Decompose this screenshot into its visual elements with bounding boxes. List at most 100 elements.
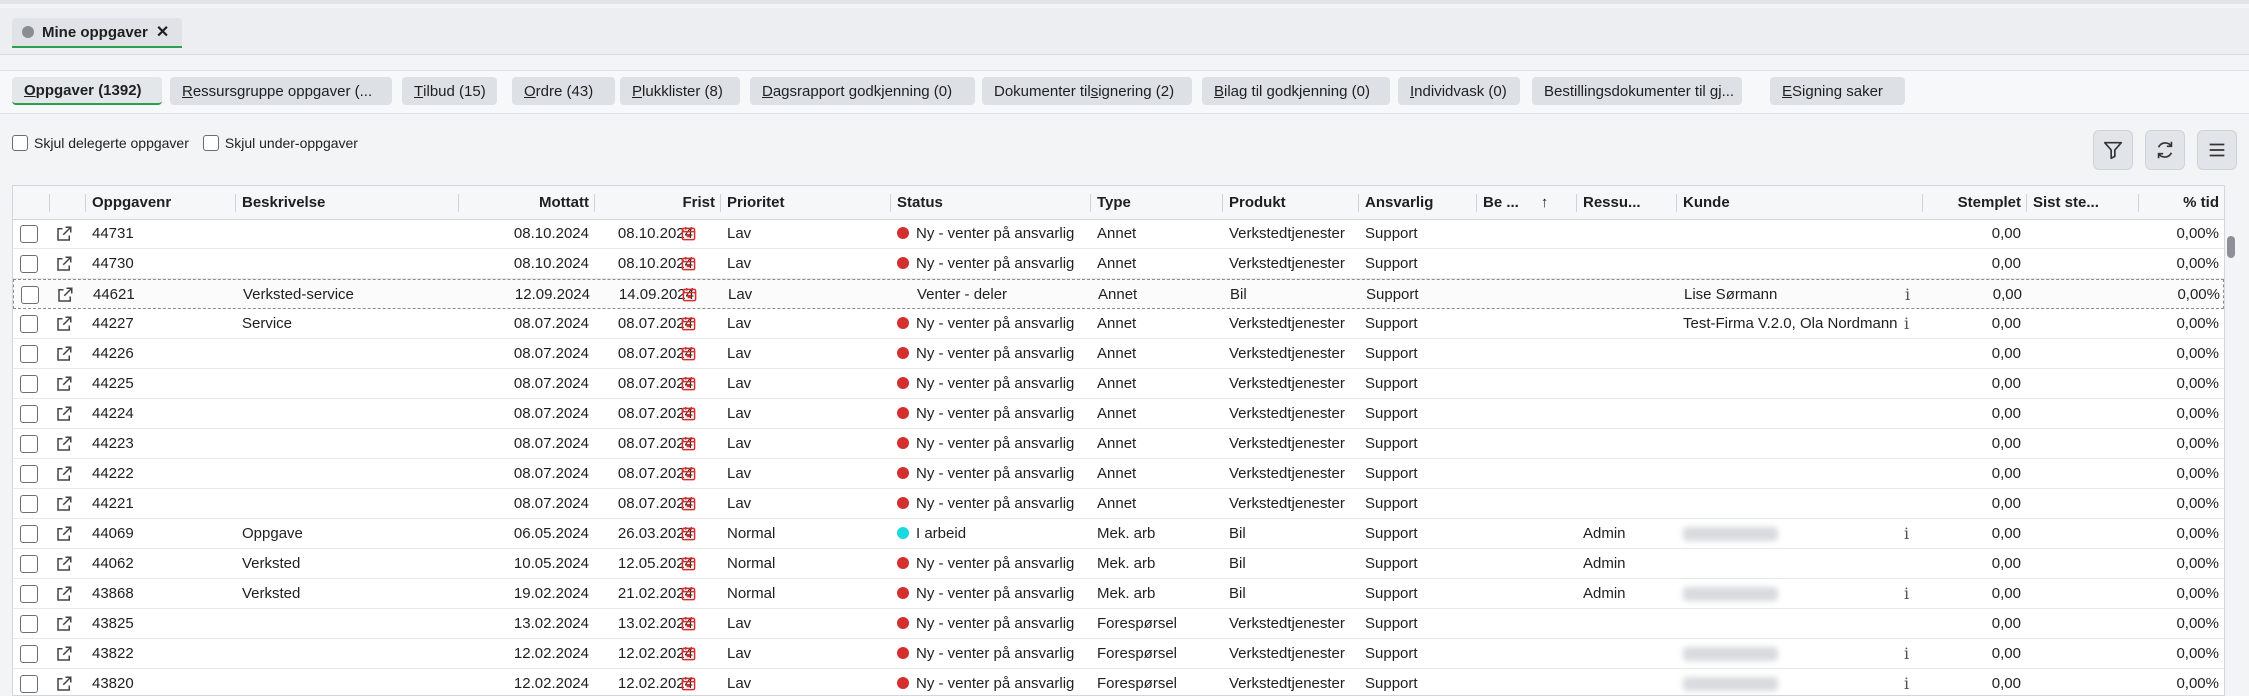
calendar-icon[interactable] — [682, 287, 697, 306]
column-separator[interactable] — [1676, 194, 1677, 212]
table-row[interactable]: 44225 08.07.2024 08.07.2024 Lav Ny - venter … — [13, 369, 2224, 399]
table-row[interactable]: 44222 08.07.2024 08.07.2024 Lav Ny - venter … — [13, 459, 2224, 489]
row-select-checkbox[interactable] — [20, 405, 38, 423]
table-row[interactable]: 44069 Oppgave 06.05.2024 26.03.2024 Normal I … — [13, 519, 2224, 549]
column-separator[interactable] — [890, 194, 891, 212]
column-header-type[interactable]: Type — [1091, 186, 1223, 219]
close-icon[interactable]: ✕ — [156, 22, 169, 42]
column-separator[interactable] — [1090, 194, 1091, 212]
open-external-icon[interactable] — [55, 255, 73, 277]
calendar-icon[interactable] — [681, 586, 696, 605]
calendar-icon[interactable] — [681, 406, 696, 425]
column-header-beskrivelse[interactable]: Beskrivelse — [236, 186, 459, 219]
scrollbar-thumb[interactable] — [2227, 236, 2235, 258]
open-external-icon[interactable] — [56, 286, 74, 308]
column-separator[interactable] — [720, 194, 721, 212]
subtab-3[interactable]: Ordre (43) — [512, 77, 615, 105]
table-row[interactable]: 44731 08.10.2024 08.10.2024 Lav Ny - venter … — [13, 219, 2224, 249]
column-header-stemplet[interactable]: Stemplet — [1923, 186, 2027, 219]
column-header-mottatt[interactable]: Mottatt — [459, 186, 595, 219]
open-external-icon[interactable] — [55, 675, 73, 695]
row-select-checkbox[interactable] — [20, 225, 38, 243]
open-external-icon[interactable] — [55, 345, 73, 367]
row-select-checkbox[interactable] — [20, 675, 38, 693]
info-icon[interactable]: i — [1904, 519, 1909, 548]
info-icon[interactable]: i — [1904, 639, 1909, 668]
table-row[interactable]: 43825 13.02.2024 13.02.2024 Lav Ny - venter … — [13, 609, 2224, 639]
row-select-checkbox[interactable] — [20, 615, 38, 633]
subtab-10[interactable]: E Signing saker — [1770, 77, 1905, 105]
filter-button[interactable] — [2093, 130, 2133, 170]
calendar-icon[interactable] — [681, 466, 696, 485]
row-select-checkbox[interactable] — [20, 645, 38, 663]
column-separator[interactable] — [1476, 194, 1477, 212]
table-row[interactable]: 43868 Verksted 19.02.2024 21.02.2024 Normal N… — [13, 579, 2224, 609]
subtab-5[interactable]: Dagsrapport godkjenning (0) — [750, 77, 975, 105]
column-separator[interactable] — [235, 194, 236, 212]
calendar-icon[interactable] — [681, 436, 696, 455]
column-header-kunde[interactable]: Kunde — [1677, 186, 1923, 219]
open-external-icon[interactable] — [55, 615, 73, 637]
subtab-7[interactable]: Bilag til godkjenning (0) — [1202, 77, 1390, 105]
column-separator[interactable] — [594, 194, 595, 212]
column-header-frist[interactable]: Frist — [595, 186, 721, 219]
open-external-icon[interactable] — [55, 585, 73, 607]
open-external-icon[interactable] — [55, 555, 73, 577]
column-header-sist[interactable]: Sist ste... — [2027, 186, 2139, 219]
calendar-icon[interactable] — [681, 376, 696, 395]
checkbox-box[interactable] — [202, 135, 219, 151]
vertical-scrollbar[interactable] — [2227, 230, 2235, 696]
open-external-icon[interactable] — [55, 375, 73, 397]
calendar-icon[interactable] — [681, 256, 696, 275]
subtab-4[interactable]: Plukklister (8) — [620, 77, 740, 105]
hide-subtasks-checkbox[interactable]: Skjul under-oppgaver — [202, 135, 358, 151]
open-external-icon[interactable] — [55, 405, 73, 427]
row-select-checkbox[interactable] — [20, 315, 38, 333]
column-header-status[interactable]: Status — [891, 186, 1091, 219]
table-row[interactable]: 44227 Service 08.07.2024 08.07.2024 Lav Ny - … — [13, 309, 2224, 339]
info-icon[interactable]: i — [1904, 309, 1909, 338]
column-separator[interactable] — [1922, 194, 1923, 212]
calendar-icon[interactable] — [681, 676, 696, 695]
column-header-ressu[interactable]: Ressu... — [1577, 186, 1677, 219]
subtab-6[interactable]: Dokumenter til s ignering (2) — [982, 77, 1192, 105]
row-select-checkbox[interactable] — [20, 465, 38, 483]
open-external-icon[interactable] — [55, 225, 73, 247]
column-separator[interactable] — [49, 194, 50, 212]
column-separator[interactable] — [458, 194, 459, 212]
column-separator[interactable] — [2138, 194, 2139, 212]
subtab-0[interactable]: Oppgaver (1392) — [12, 77, 162, 105]
menu-button[interactable] — [2197, 130, 2237, 170]
column-header-be[interactable]: Be ... ↑ — [1477, 186, 1577, 219]
table-row[interactable]: 44730 08.10.2024 08.10.2024 Lav Ny - venter … — [13, 249, 2224, 279]
row-select-checkbox[interactable] — [20, 585, 38, 603]
info-icon[interactable]: i — [1904, 579, 1909, 608]
open-external-icon[interactable] — [55, 645, 73, 667]
hide-delegated-checkbox[interactable]: Skjul delegerte oppgaver — [12, 135, 189, 151]
subtab-8[interactable]: Individvask (0) — [1398, 77, 1520, 105]
subtab-1[interactable]: Ressursgruppe oppgaver (... — [170, 77, 392, 105]
column-header-oppgavenr[interactable]: Oppgavenr — [86, 186, 236, 219]
row-select-checkbox[interactable] — [21, 286, 39, 304]
calendar-icon[interactable] — [681, 226, 696, 245]
column-separator[interactable] — [1222, 194, 1223, 212]
subtab-2[interactable]: Tilbud (15) — [402, 77, 497, 105]
row-select-checkbox[interactable] — [20, 435, 38, 453]
column-separator[interactable] — [2026, 194, 2027, 212]
open-external-icon[interactable] — [55, 465, 73, 487]
column-header-ansvarlig[interactable]: Ansvarlig — [1359, 186, 1477, 219]
column-header-produkt[interactable]: Produkt — [1223, 186, 1359, 219]
subtab-9[interactable]: Bestillingsdokumenter til gj... — [1532, 77, 1742, 105]
open-external-icon[interactable] — [55, 495, 73, 517]
table-row[interactable]: 44062 Verksted 10.05.2024 12.05.2024 Normal N… — [13, 549, 2224, 579]
calendar-icon[interactable] — [681, 646, 696, 665]
column-separator[interactable] — [1358, 194, 1359, 212]
row-select-checkbox[interactable] — [20, 525, 38, 543]
calendar-icon[interactable] — [681, 556, 696, 575]
row-select-checkbox[interactable] — [20, 495, 38, 513]
open-external-icon[interactable] — [55, 315, 73, 337]
column-header-prioritet[interactable]: Prioritet — [721, 186, 891, 219]
row-select-checkbox[interactable] — [20, 345, 38, 363]
table-row[interactable]: 44224 08.07.2024 08.07.2024 Lav Ny - venter … — [13, 399, 2224, 429]
table-row[interactable]: 44221 08.07.2024 08.07.2024 Lav Ny - venter … — [13, 489, 2224, 519]
